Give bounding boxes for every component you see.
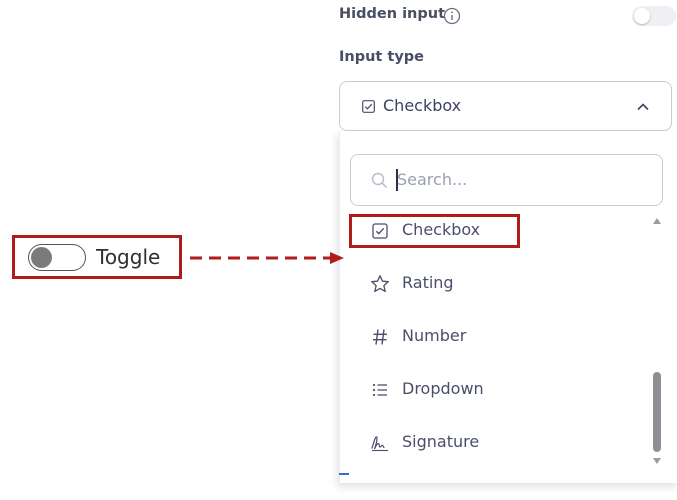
checkbox-icon — [362, 100, 375, 113]
search-placeholder: Search... — [397, 170, 468, 189]
list-icon — [372, 383, 387, 397]
option-number[interactable]: Number — [370, 325, 630, 349]
dashed-arrow-icon — [190, 252, 344, 264]
signature-icon — [371, 436, 388, 452]
input-type-select[interactable]: Checkbox — [339, 81, 672, 131]
toggle-knob — [634, 8, 650, 24]
option-rating[interactable]: Rating — [370, 272, 630, 296]
search-icon — [371, 172, 387, 188]
option-dropdown[interactable]: Dropdown — [370, 378, 630, 402]
search-input[interactable]: Search... — [350, 154, 663, 206]
option-label: Rating — [402, 273, 454, 292]
hidden-input-toggle[interactable] — [632, 6, 676, 26]
option-signature[interactable]: Signature — [370, 431, 630, 455]
annotation-label: Toggle — [96, 245, 161, 269]
hidden-input-label: Hidden input — [339, 6, 445, 22]
selected-type-value: Checkbox — [383, 96, 462, 115]
scrollbar-thumb[interactable] — [653, 372, 661, 452]
option-label: Number — [402, 326, 467, 345]
input-type-label: Input type — [339, 49, 424, 65]
scroll-up-arrow-icon[interactable] — [653, 218, 661, 224]
star-icon — [371, 275, 389, 293]
focus-indicator — [339, 473, 349, 475]
scroll-down-arrow-icon[interactable] — [653, 458, 661, 464]
option-label: Dropdown — [402, 379, 484, 398]
toggle-switch-icon — [28, 244, 86, 271]
toggle-knob — [31, 246, 52, 268]
hash-icon — [373, 329, 387, 345]
info-icon[interactable] — [443, 7, 461, 25]
option-label: Signature — [402, 432, 480, 451]
chevron-up-icon[interactable] — [636, 100, 650, 114]
highlight-box — [349, 214, 520, 248]
